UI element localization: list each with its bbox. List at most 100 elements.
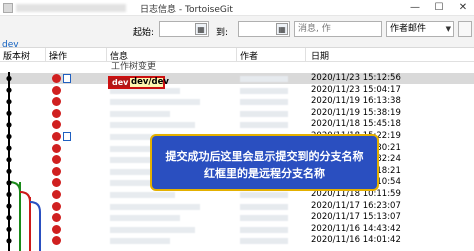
app-icon [3, 3, 13, 13]
from-date-label: 起始: [133, 28, 155, 38]
commit-date: 2020/11/16 14:01:42 [311, 235, 401, 246]
filter-options-button[interactable] [458, 21, 472, 37]
commit-node[interactable] [6, 238, 12, 244]
commit-date: 2020/11/23 15:12:56 [311, 73, 401, 83]
column-graph[interactable]: 版本树 [3, 49, 30, 62]
commit-action-icon [52, 143, 61, 153]
graph-line-blue-merge [29, 201, 41, 213]
commit-date: 2020/11/23 15:04:17 [311, 84, 401, 95]
commit-message-blurred [110, 192, 175, 198]
callout-line-1: 提交成功后这里会显示提交到的分支名称 [165, 150, 364, 163]
from-date-picker[interactable]: ▦ [159, 21, 209, 37]
commit-row[interactable]: 2020/11/16 14:43:42 [0, 224, 474, 235]
commit-row[interactable]: 2020/11/23 15:04:17 [0, 85, 474, 96]
working-copy-row[interactable]: 工作树变更 [0, 62, 474, 73]
column-actions[interactable]: 操作 [49, 49, 67, 62]
window-title: 日志信息 - TortoiseGit [140, 5, 233, 15]
commit-action-icon [52, 224, 61, 234]
commit-row[interactable]: 2020/11/23 15:12:56 [0, 73, 474, 84]
title-path-blurred [16, 4, 126, 12]
commit-row[interactable]: 2020/11/18 15:45:18 [0, 119, 474, 130]
commit-action-icon [52, 74, 61, 83]
commit-node[interactable] [6, 145, 12, 151]
commit-message-blurred [110, 203, 200, 210]
commit-message-blurred [110, 110, 170, 117]
commit-node[interactable] [6, 99, 12, 105]
commit-action-icon [52, 108, 61, 118]
commit-node[interactable] [6, 75, 12, 82]
filter-field-select[interactable]: 作者邮件 ▼ [386, 21, 454, 37]
commit-message-blurred [110, 215, 180, 222]
commit-action-icon [52, 213, 61, 223]
commit-author-blurred [240, 110, 288, 117]
commit-author-blurred [240, 238, 288, 245]
chevron-down-icon: ▼ [445, 25, 451, 33]
commit-row[interactable]: 2020/11/19 16:13:38 [0, 96, 474, 107]
column-message[interactable]: 信息 [110, 49, 128, 62]
close-button[interactable]: ✕ [452, 0, 474, 16]
commit-node[interactable] [6, 215, 12, 221]
remote-branch-label[interactable]: dev/dev [131, 77, 169, 88]
column-author[interactable]: 作者 [240, 49, 258, 62]
push-action-icon [63, 74, 71, 83]
column-divider [236, 48, 237, 62]
commit-row[interactable]: 2020/11/17 15:13:07 [0, 212, 474, 223]
column-divider [305, 48, 306, 62]
search-input[interactable]: 消息, 作 [294, 21, 382, 37]
commit-node[interactable] [6, 168, 12, 174]
commit-node[interactable] [6, 203, 12, 209]
graph-line-red-merge [19, 191, 31, 203]
working-copy-label: 工作树变更 [111, 62, 157, 72]
commit-author-blurred [240, 76, 288, 82]
column-divider [45, 48, 46, 62]
to-date-picker[interactable]: ▦ [238, 21, 290, 37]
push-action-icon [63, 132, 71, 141]
local-branch-badge[interactable]: dev [110, 78, 131, 87]
commit-node[interactable] [6, 226, 12, 232]
commit-author-blurred [240, 87, 288, 94]
commit-message-blurred [110, 122, 195, 129]
annotation-callout: 提交成功后这里会显示提交到的分支名称 红框里的是远程分支名称 [150, 134, 379, 191]
commit-node[interactable] [6, 191, 12, 198]
commit-action-icon [52, 120, 61, 130]
commit-node[interactable] [6, 87, 12, 93]
to-date-label: 到: [216, 28, 229, 38]
commit-author-blurred [240, 99, 288, 106]
commit-node[interactable] [6, 110, 12, 116]
commit-node[interactable] [6, 133, 12, 140]
commit-node[interactable] [6, 180, 12, 186]
commit-message-blurred [110, 226, 195, 233]
commit-date: 2020/11/17 15:13:07 [311, 212, 401, 223]
callout-line-2: 红框里的是远程分支名称 [204, 167, 325, 180]
calendar-icon[interactable]: ▦ [276, 23, 288, 35]
commit-author-blurred [240, 226, 288, 233]
filter-toolbar: dev 起始: ▦ 到: ▦ 消息, 作 作者邮件 ▼ [0, 16, 474, 50]
commit-date: 2020/11/17 16:23:07 [311, 200, 401, 211]
commit-action-icon [52, 178, 61, 188]
calendar-icon[interactable]: ▦ [195, 23, 207, 35]
commit-date: 2020/11/16 14:43:42 [311, 223, 401, 234]
minimize-button[interactable]: — [404, 0, 426, 16]
commit-action-icon [52, 85, 61, 95]
commit-node[interactable] [6, 157, 12, 163]
commit-date: 2020/11/19 15:38:19 [311, 107, 401, 118]
column-date[interactable]: 日期 [311, 49, 329, 62]
commit-author-blurred [240, 192, 288, 198]
commit-action-icon [52, 190, 61, 199]
column-divider [106, 48, 107, 62]
commit-action-icon [52, 166, 61, 176]
commit-nodes [6, 75, 12, 244]
commit-date: 2020/11/18 15:45:18 [311, 119, 401, 130]
commit-node[interactable] [6, 122, 12, 128]
commit-row[interactable]: 2020/11/17 16:23:07 [0, 201, 474, 212]
commit-action-icon [52, 201, 61, 211]
commit-row[interactable]: 2020/11/16 14:01:42 [0, 235, 474, 246]
maximize-button[interactable]: ☐ [428, 0, 450, 16]
commit-graph [6, 72, 41, 251]
log-list-header: 版本树 操作 信息 作者 日期 [0, 48, 474, 62]
filter-field-value: 作者邮件 [390, 24, 427, 34]
commit-message-blurred [110, 99, 200, 106]
commit-row[interactable]: 2020/11/19 15:38:19 [0, 108, 474, 119]
commit-date: 2020/11/19 16:13:38 [311, 96, 401, 107]
title-bar: 日志信息 - TortoiseGit — ☐ ✕ [0, 0, 474, 16]
